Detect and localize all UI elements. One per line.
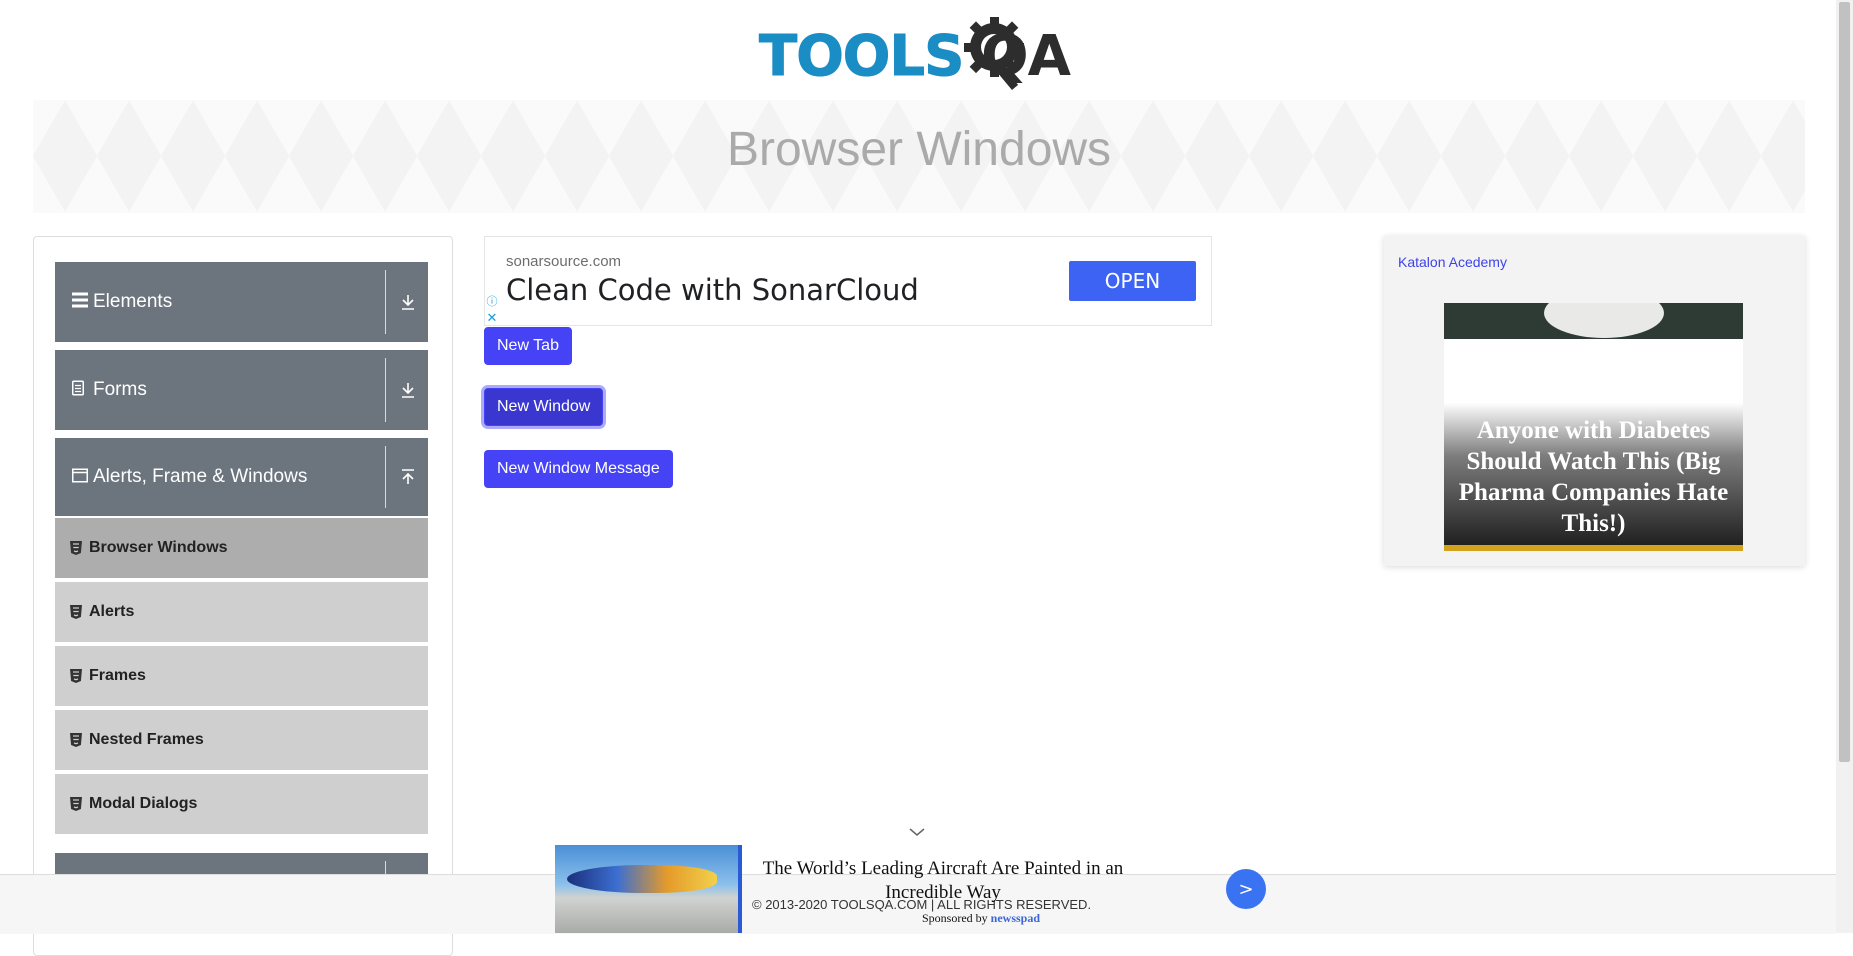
html5-icon xyxy=(70,605,82,619)
page-title: Browser Windows xyxy=(726,123,1112,176)
scrollbar-thumb[interactable] xyxy=(1839,2,1850,762)
ad-close-icon[interactable]: ✕ xyxy=(485,311,499,325)
page-scrollbar[interactable] xyxy=(1836,0,1853,933)
sidebar-item-alerts[interactable]: Alerts xyxy=(55,582,428,643)
sponsored-by: Sponsored by newsspad xyxy=(922,911,1040,926)
ad-caption: Anyone with Diabetes Should Watch This (… xyxy=(1458,417,1729,537)
new-window-button[interactable]: New Window xyxy=(484,388,604,426)
new-tab-button[interactable]: New Tab xyxy=(484,327,572,365)
ad-open-button[interactable]: OPEN xyxy=(1069,261,1196,301)
sidebar-item-frames[interactable]: Frames xyxy=(55,646,428,707)
sidebar-item-nested-frames[interactable]: Nested Frames xyxy=(55,710,428,771)
sponsor-brand-link[interactable]: newsspad xyxy=(991,911,1040,925)
sidebar-group-alerts-frame-windows[interactable]: Alerts, Frame & Windows xyxy=(55,438,428,516)
sponsored-ad-bar[interactable]: The World’s Leading Aircraft Are Painted… xyxy=(555,845,1295,933)
sidebar-item-label: Alerts xyxy=(89,603,135,620)
sidebar-group-label: Elements xyxy=(93,291,173,312)
next-ad-button[interactable]: > xyxy=(1226,869,1266,909)
ad-domain: sonarsource.com xyxy=(506,253,622,270)
sidebar-group-label: Forms xyxy=(93,379,147,400)
sidebar-item-modal-dialogs[interactable]: Modal Dialogs xyxy=(55,774,428,835)
expand-arrow-icon[interactable] xyxy=(396,290,420,314)
window-icon xyxy=(72,467,88,488)
right-ad[interactable]: Katalon Acedemy Anyone with Diabetes Sho… xyxy=(1384,236,1805,566)
sidebar-item-label: Nested Frames xyxy=(89,731,204,748)
katalon-broken-image[interactable]: Katalon Acedemy xyxy=(1398,254,1507,270)
logo-qa-text: QA xyxy=(981,24,1071,89)
aircraft-thumbnail[interactable] xyxy=(555,845,741,933)
html5-icon xyxy=(70,541,82,555)
ad-info-icon[interactable]: ⓘ xyxy=(485,295,499,309)
ad-photo xyxy=(1444,303,1743,343)
sidebar-group-forms[interactable]: Forms xyxy=(55,350,428,430)
sidebar-item-label: Frames xyxy=(89,667,146,684)
sidebar-item-browser-windows[interactable]: Browser Windows xyxy=(55,518,428,579)
sidebar-item-label: Browser Windows xyxy=(89,539,228,556)
sidebar-group-elements[interactable]: Elements xyxy=(55,262,428,342)
chevron-down-icon[interactable] xyxy=(908,826,926,838)
sponsored-ad-title[interactable]: The World’s Leading Aircraft Are Painted… xyxy=(758,857,1128,905)
divider xyxy=(385,358,386,422)
logo-tools-text: TOOLS xyxy=(758,24,964,90)
toolsqa-logo[interactable]: TOOLS QA xyxy=(758,14,1085,90)
html5-icon xyxy=(70,797,82,811)
document-icon xyxy=(72,380,84,401)
diabetes-ad-image[interactable]: Anyone with Diabetes Should Watch This (… xyxy=(1444,303,1743,551)
ad-headline[interactable]: Clean Code with SonarCloud xyxy=(506,273,919,307)
new-window-message-button[interactable]: New Window Message xyxy=(484,450,673,488)
page-banner: Browser Windows xyxy=(33,100,1805,213)
sonarcloud-ad[interactable]: sonarsource.com Clean Code with SonarClo… xyxy=(484,236,1212,326)
collapse-arrow-icon[interactable] xyxy=(396,465,420,489)
html5-icon xyxy=(70,669,82,683)
divider xyxy=(385,446,386,508)
divider xyxy=(385,270,386,334)
sidebar-item-label: Modal Dialogs xyxy=(89,795,198,812)
hamburger-icon xyxy=(72,292,88,313)
html5-icon xyxy=(70,733,82,747)
sidebar-group-label: Alerts, Frame & Windows xyxy=(93,466,308,487)
sponsored-by-label: Sponsored by xyxy=(922,911,988,925)
expand-arrow-icon[interactable] xyxy=(396,378,420,402)
